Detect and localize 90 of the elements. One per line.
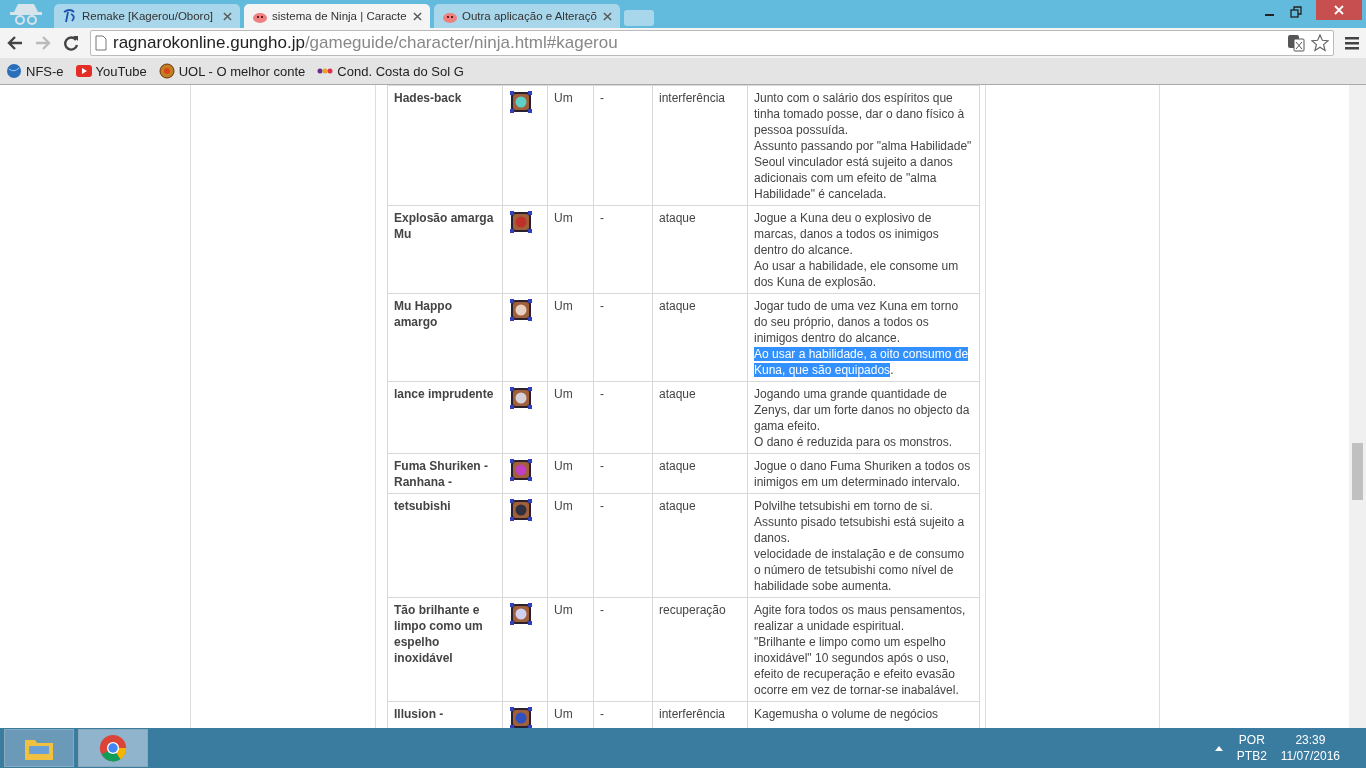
table-cell: - — [600, 211, 604, 225]
skill-icon — [509, 90, 533, 114]
clock-time[interactable]: 23:39 — [1295, 733, 1326, 747]
skill-description: O dano é reduzida para os monstros. — [754, 434, 954, 450]
bookmark-label: NFS-e — [26, 63, 64, 79]
table-cell: Um — [554, 387, 573, 401]
round-logo-icon — [158, 63, 175, 79]
translate-icon[interactable] — [1287, 34, 1305, 52]
skill-icon — [509, 458, 533, 482]
table-cell: Um — [554, 91, 573, 105]
close-window-button[interactable] — [1316, 0, 1362, 20]
close-icon[interactable] — [413, 11, 422, 21]
scrollbar[interactable] — [1349, 85, 1366, 728]
table-cell: Um — [554, 499, 573, 513]
table-cell: - — [600, 459, 604, 473]
skill-description: "Brilhante e limpo como um espelho inoxidável" 10 segundos após o uso, efeito de recuperação e efeito evasão ocorre em vez de tornar-se inabalável. — [754, 634, 960, 698]
skill-icon — [509, 602, 533, 626]
skill-name: Fuma Shuriken - Ranhana - — [394, 459, 488, 489]
restore-icon[interactable] — [1290, 6, 1302, 18]
table-cell: Um — [554, 459, 573, 473]
skill-description: velocidade de instalação e de consumo o número de tetsubishi como nível de habilidade sobe aumenta. — [754, 546, 966, 594]
skill-description: Ao usar a habilidade, a oito consumo de Kuna, que são equipados. — [754, 346, 970, 378]
skill-type: ataque — [659, 499, 696, 513]
skill-description: Assunto pisado tetsubishi está sujeito a danos. — [754, 514, 966, 546]
skill-name: Illusion - — [394, 707, 444, 721]
skill-icon — [509, 210, 533, 234]
skill-name: Hades-back — [394, 91, 462, 105]
skill-description: Jogando uma grande quantidade de Zenys, dar um forte danos no objecto da gama efeito. — [754, 386, 971, 434]
bookmark-label: YouTube — [95, 63, 147, 79]
close-icon[interactable] — [223, 11, 232, 21]
skill-name: tetsubishi — [394, 499, 451, 513]
table-cell: Um — [554, 707, 573, 721]
table-cell: Um — [554, 299, 573, 313]
skill-description: Jogar tudo de uma vez Kuna em torno do seu próprio, danos a todos os inimigos dentro do alcance. — [754, 298, 960, 346]
page-icon — [95, 35, 107, 51]
globe-icon — [6, 63, 22, 79]
bookmark[interactable]: NFS-e — [6, 63, 64, 79]
star-icon[interactable] — [1311, 34, 1329, 52]
clock-date[interactable]: 11/07/2016 — [1280, 749, 1340, 763]
skill-type: interferência — [659, 707, 726, 721]
play-icon — [75, 63, 92, 79]
table-cell: - — [600, 603, 604, 617]
tab-title: Remake [Kagerou/Oboro] — [82, 10, 215, 22]
skill-type: interferência — [659, 91, 726, 105]
url-text: ragnarokonline.gungho.jp/gameguide/character/ninja.html#kagerou — [113, 33, 619, 53]
close-icon — [1333, 4, 1345, 16]
close-icon[interactable] — [603, 11, 612, 21]
table-cell: - — [600, 387, 604, 401]
skill-type: ataque — [659, 211, 696, 225]
skill-icon — [509, 498, 533, 522]
table-cell: - — [600, 91, 604, 105]
skill-description: Kagemusha o volume de negócios — [754, 706, 940, 722]
language-text[interactable]: POR — [1238, 733, 1265, 747]
skill-name: Explosão amarga Mu — [394, 211, 494, 241]
skill-type: ataque — [659, 299, 696, 313]
menu-icon[interactable] — [1344, 35, 1360, 51]
bookmark[interactable]: YouTube — [75, 63, 147, 79]
table-cell: - — [600, 707, 604, 721]
browser-tab[interactable]: sistema de Ninja | Caracte — [244, 4, 430, 28]
skill-description: Jogue o dano Fuma Shuriken a todos os inimigos em um determinado intervalo. — [754, 458, 972, 490]
skill-description: Agite fora todos os maus pensamentos, realizar a unidade espiritual. — [754, 602, 967, 634]
tab-title: Outra aplicação e Alteraçõ — [462, 10, 598, 22]
back-arrow-icon[interactable] — [6, 34, 24, 52]
skill-type: ataque — [659, 459, 696, 473]
browser-tab[interactable]: Outra aplicação e Alteraçõ — [434, 4, 620, 28]
address-bar[interactable]: ragnarokonline.gungho.jp/gameguide/character/ninja.html#kagerou — [90, 30, 1334, 56]
tray-arrow-icon[interactable] — [1214, 745, 1223, 751]
layout-text[interactable]: PTB2 — [1236, 749, 1267, 763]
skill-type: recuperação — [659, 603, 726, 617]
swirl-icon — [62, 8, 78, 24]
skill-icon — [509, 706, 533, 728]
skill-description: Jogue a Kuna deu o explosivo de marcas, danos a todos os inimigos dentro do alcance. — [754, 210, 940, 258]
skill-name: lance imprudente — [394, 387, 494, 401]
skill-description: Junto com o salário dos espíritos que tinha tomado posse, dar o dano físico à pessoa possuída. — [754, 90, 966, 138]
browser-tab[interactable]: Remake [Kagerou/Oboro] — [54, 4, 240, 28]
skill-icon — [509, 386, 533, 410]
table-cell: Um — [554, 603, 573, 617]
skill-description: Ao usar a habilidade, ele consome um dos Kuna de explosão. — [754, 258, 960, 290]
skill-description: Assunto passando por "alma Habilidade" Seoul vinculador está sujeito a danos adicionais com um efeito de "alma Habilidade" é cancelada. — [754, 138, 973, 202]
table-cell: - — [600, 299, 604, 313]
skill-icon — [509, 298, 533, 322]
skill-description: Polvilhe tetsubishi em torno de si. — [754, 498, 934, 514]
browser-logo-icon — [97, 733, 129, 763]
tab-title: sistema de Ninja | Caracte — [272, 10, 408, 22]
reload-icon[interactable] — [62, 34, 80, 52]
skill-type: ataque — [659, 387, 696, 401]
skill-name: Tão brilhante e limpo como um espelho inoxidável — [394, 603, 483, 665]
table-cell: - — [600, 499, 604, 513]
skill-name: Mu Happo amargo — [394, 299, 452, 329]
table-cell: Um — [554, 211, 573, 225]
